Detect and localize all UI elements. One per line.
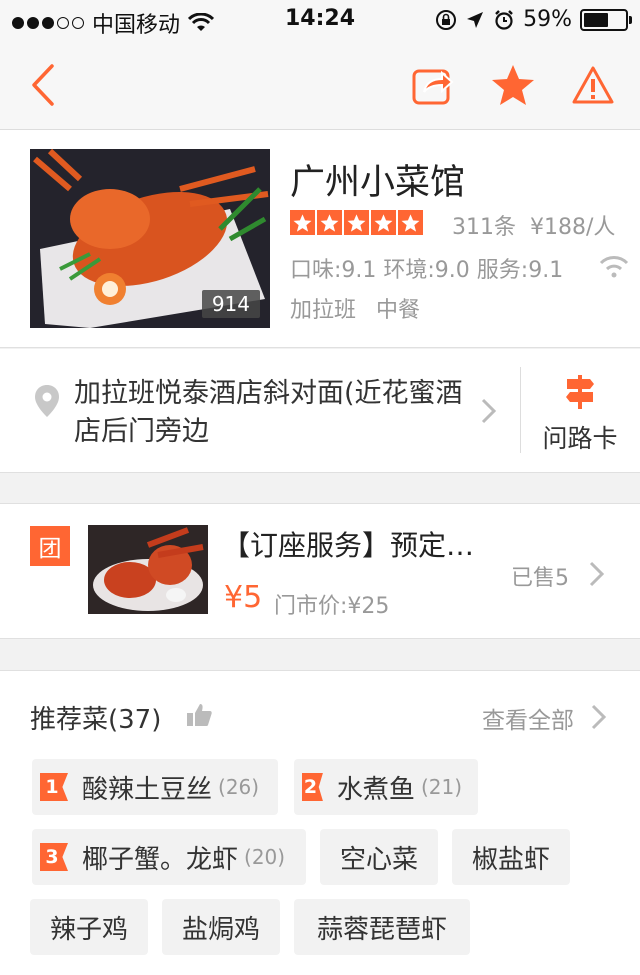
dish-name: 辣子鸡 (49, 914, 128, 945)
dish-chip[interactable]: 1 酸辣土豆丝 (26) (32, 759, 278, 815)
rating-star-icon (344, 210, 369, 235)
rank-badge: 2 (302, 773, 323, 801)
dish-chip[interactable]: 辣子鸡 (30, 899, 148, 955)
signpost-icon (566, 375, 594, 409)
shop-info-card: 914 广州小菜馆 311条 ¥188/人 口味:9.1 环境:9.0 服务:9… (0, 130, 640, 348)
deal-sold-count: 已售5 (511, 566, 569, 591)
rating-star-icon (371, 210, 396, 235)
dish-name: 酸辣土豆丝 (82, 774, 213, 805)
chevron-right-icon (591, 704, 607, 730)
battery-percent: 59% (523, 7, 572, 32)
star-icon (492, 65, 534, 105)
shop-name: 广州小菜馆 (290, 163, 466, 203)
review-count: 311条 (452, 215, 516, 240)
deal-price: ¥5 (224, 580, 263, 615)
wifi-available-icon (599, 256, 629, 278)
tag-cuisine[interactable]: 中餐 (376, 292, 420, 324)
status-right: 59% (435, 7, 632, 32)
location-pin-icon (35, 385, 59, 417)
share-button[interactable] (410, 62, 456, 108)
deal-original-price: 门市价:¥25 (274, 594, 390, 619)
group-buy-badge: 团 (30, 526, 70, 566)
warning-icon (572, 66, 614, 104)
share-icon (412, 69, 454, 105)
rating-star-icon (290, 210, 315, 235)
status-bar: 中国移动 14:24 59% (0, 0, 640, 40)
dish-chip[interactable]: 3 椰子蟹。龙虾 (20) (32, 829, 306, 885)
dish-count: (26) (218, 775, 260, 799)
thumbs-up-icon (187, 704, 212, 726)
dish-chip[interactable]: 盐焗鸡 (162, 899, 280, 955)
view-all-link[interactable]: 查看全部 (482, 701, 574, 735)
recommended-dishes-card: 推荐菜(37) 查看全部 1 酸辣土豆丝 (26) 2 水煮鱼 (21) 3 椰… (0, 670, 640, 975)
dish-count: (20) (244, 845, 286, 869)
rotation-lock-icon (436, 9, 457, 30)
dish-count: (21) (420, 775, 462, 799)
location-arrow-icon (467, 11, 484, 28)
score-line: 口味:9.1 环境:9.0 服务:9.1 (290, 258, 564, 283)
address-card: 加拉班悦泰酒店斜对面(近花蜜酒店后门旁边 问路卡 (0, 349, 640, 473)
dish-chip[interactable]: 蒜蓉琵琶虾 (294, 899, 470, 955)
rating-star-icon (317, 210, 342, 235)
dish-chip[interactable]: 2 水煮鱼 (21) (294, 759, 478, 815)
back-arrow-icon (32, 64, 54, 106)
photo-count-badge: 914 (201, 290, 260, 318)
favorite-button[interactable] (490, 62, 536, 108)
battery-fill (584, 12, 608, 27)
dish-name: 椰子蟹。龙虾 (82, 844, 239, 875)
deal-photo (88, 525, 208, 614)
dish-chip[interactable]: 空心菜 (320, 829, 438, 885)
dish-name: 水煮鱼 (336, 774, 415, 805)
route-card-button[interactable]: 问路卡 (520, 419, 640, 455)
crab-dish-image (88, 525, 208, 614)
alarm-icon (495, 9, 513, 30)
shop-photo[interactable]: 914 (30, 149, 270, 328)
battery-icon (580, 8, 632, 31)
report-button[interactable] (570, 62, 616, 108)
rank-badge: 3 (40, 843, 68, 871)
dish-name: 空心菜 (339, 844, 418, 875)
back-button[interactable] (20, 62, 66, 108)
review-price-line: 311条 ¥188/人 (452, 209, 615, 241)
chevron-right-icon (589, 561, 605, 587)
rating-star-icon (398, 210, 423, 235)
dish-name: 盐焗鸡 (181, 914, 260, 945)
dish-name: 椒盐虾 (471, 844, 550, 875)
nav-bar (0, 40, 640, 130)
rating-stars (290, 210, 423, 235)
dishes-title: 推荐菜(37) (30, 705, 162, 735)
avg-price: ¥188/人 (530, 215, 616, 240)
rank-badge: 1 (40, 773, 68, 801)
address-text[interactable]: 加拉班悦泰酒店斜对面(近花蜜酒店后门旁边 (74, 375, 474, 451)
chevron-right-icon (481, 398, 497, 424)
dish-name: 蒜蓉琵琶虾 (316, 914, 447, 945)
shop-tags: 加拉班 中餐 (290, 292, 420, 324)
deal-title: 【订座服务】预定… (222, 529, 475, 562)
dish-chip[interactable]: 椒盐虾 (452, 829, 570, 885)
group-deal-card[interactable]: 团 【订座服务】预定… ¥5 门市价:¥25 已售5 (0, 503, 640, 639)
tag-area[interactable]: 加拉班 (290, 292, 356, 324)
